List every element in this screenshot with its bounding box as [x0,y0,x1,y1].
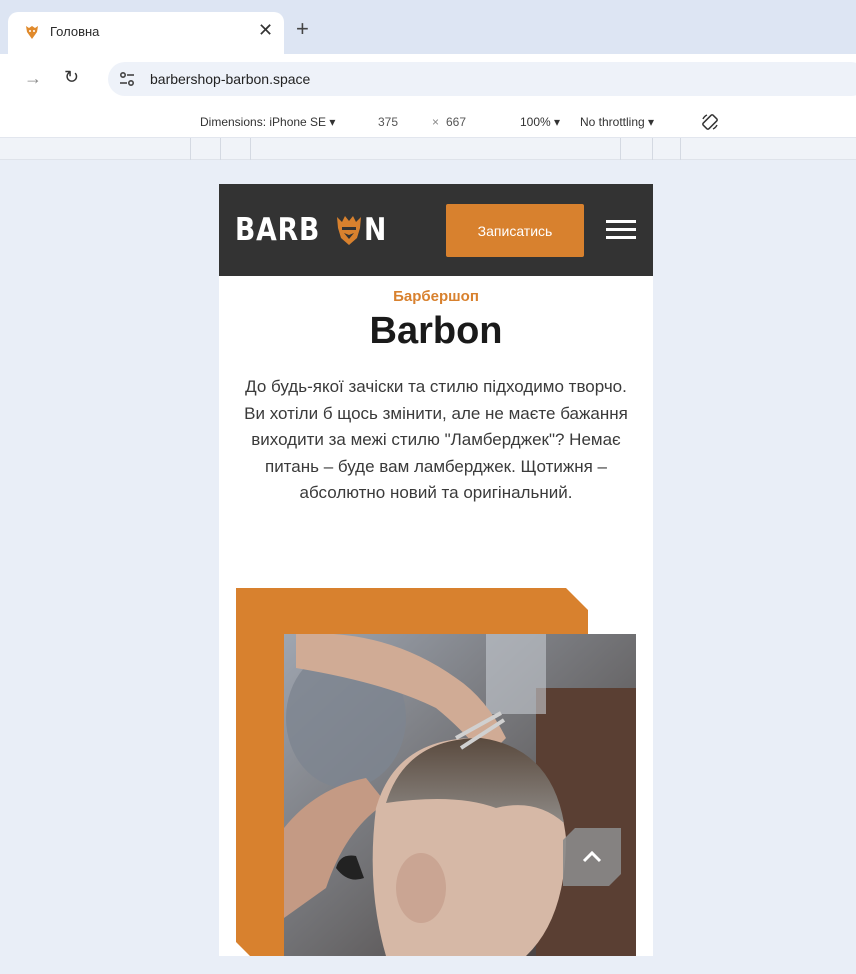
dimensions-select[interactable]: Dimensions: iPhone SE ▾ [200,115,335,129]
logo-text-right: N [364,212,388,248]
site-settings-icon[interactable] [118,71,136,87]
new-tab-button[interactable]: + [296,18,309,40]
site-header: BARB N Записатись [219,184,653,276]
logo-text-left: BARB [235,212,321,248]
hamburger-menu-icon[interactable] [606,220,636,240]
reload-icon[interactable]: ↻ [64,67,79,88]
dimension-separator: × [432,115,440,129]
url-field[interactable]: barbershop-barbon.space [108,62,856,96]
hero-eyebrow: Барбершоп [393,288,479,305]
lion-favicon-icon [26,26,38,39]
hero-title: Barbon [369,310,503,352]
address-bar: → ↻ barbershop-barbon.space [0,54,856,104]
scroll-to-top-button[interactable] [563,828,621,886]
lion-head-icon [337,216,362,245]
device-toolbar: Dimensions: iPhone SE ▾ 375 × 667 100% ▾… [0,104,856,138]
browser-tab[interactable]: Головна ✕ [8,12,284,54]
book-appointment-button[interactable]: Записатись [446,204,584,257]
browser-tab-strip: Головна ✕ + [0,0,856,54]
zoom-select[interactable]: 100% ▾ [520,115,560,129]
hero-description: До будь-якої зачіски та стилю підходимо … [244,377,628,502]
rotate-device-icon[interactable] [700,112,720,132]
site-logo[interactable]: BARB N [235,210,391,250]
media-query-ruler [0,138,856,160]
tab-title: Головна [50,24,100,39]
mobile-viewport: BARB N Записатись Барбершоп Barbon До бу… [219,184,653,956]
url-text: barbershop-barbon.space [150,71,311,87]
forward-arrow-icon[interactable]: → [24,68,42,89]
viewport-height-input[interactable]: 667 [446,115,466,129]
hero-image [236,588,636,956]
throttling-select[interactable]: No throttling ▾ [580,115,654,129]
viewport-width-input[interactable]: 375 [378,115,398,129]
tab-close-icon[interactable]: ✕ [258,20,273,40]
